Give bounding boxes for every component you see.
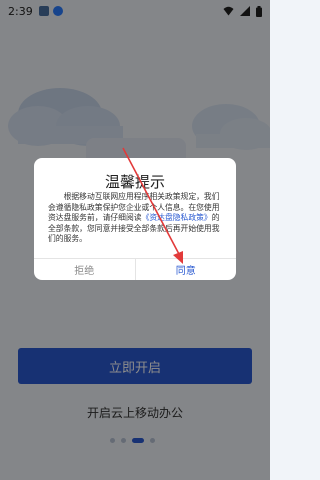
app-screen: 2:39 立即开启 开启云上移动办公 温馨提示 根据移动互联网应用程序相关政策规… [0, 0, 270, 480]
dialog-title: 温馨提示 [104, 173, 165, 191]
privacy-dialog: 温馨提示 根据移动互联网应用程序相关政策规定，我们会遵循隐私政策保护您企业或个人… [34, 158, 236, 280]
dialog-actions: 拒绝 同意 [34, 258, 236, 280]
privacy-policy-link[interactable]: 《资达盘隐私政策》 [142, 213, 212, 222]
decline-button[interactable]: 拒绝 [34, 259, 136, 280]
dialog-message: 根据移动互联网应用程序相关政策规定，我们会遵循隐私政策保护您企业或个人信息。在您… [48, 192, 222, 245]
agree-button[interactable]: 同意 [136, 259, 237, 280]
